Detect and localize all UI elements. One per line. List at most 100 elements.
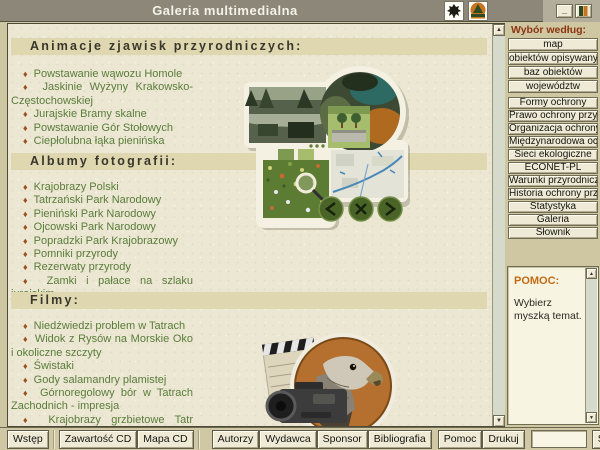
topic-link[interactable]: ♦ Gody salamandry plamistej <box>11 374 193 387</box>
collage-photo-map[interactable] <box>331 150 404 198</box>
topic-link[interactable]: ♦ Ojcowski Park Narodowy <box>11 221 193 234</box>
topic-link[interactable]: ♦ Jurajskie Bramy skalne <box>11 108 193 121</box>
sidebar-button-sieci-ekologiczne[interactable]: Sieci ekologiczne <box>508 149 598 161</box>
topic-link[interactable]: ♦ Popradzki Park Krajobrazowy <box>11 235 193 248</box>
exit-button[interactable] <box>575 4 592 18</box>
sidebar-button-statystyka[interactable]: Statystyka <box>508 201 598 213</box>
toolbar-group: Wstęp <box>7 430 49 449</box>
gallery-close-button[interactable] <box>349 197 373 221</box>
sidebar-label: Wybór według: <box>511 24 586 36</box>
topic-link-label: Krajobrazy grzbietowe Tatr Zachodnich <box>11 414 193 427</box>
topic-link[interactable]: ♦ Widok z Rysów na Morskie Oko i okolicz… <box>11 333 193 360</box>
gallery-prev-button[interactable] <box>319 197 343 221</box>
topic-link[interactable]: ♦ Świstaki <box>11 360 193 373</box>
diamond-bullet-icon: ♦ <box>23 236 28 246</box>
sidebar-button-econet-pl[interactable]: ECONET-PL <box>508 162 598 174</box>
topic-link-label: Popradzki Park Krajobrazowy <box>34 235 178 247</box>
diamond-bullet-icon: ♦ <box>23 321 28 331</box>
help-scroll-up-button[interactable]: ▲ <box>586 268 597 279</box>
topic-link[interactable]: ♦ Ciepłolubna łąka pienińska <box>11 135 193 148</box>
topic-link-label: Widok z Rysów na Morskie Oko i okoliczne… <box>11 333 193 358</box>
diamond-bullet-icon: ♦ <box>23 69 28 79</box>
toolbar-button-drukuj[interactable]: Drukuj <box>482 430 524 449</box>
topic-link-label: Tatrzański Park Narodowy <box>33 194 161 206</box>
topic-link-label: Rezerwaty przyrody <box>34 261 131 273</box>
topic-link-label: Powstawanie wąwozu Homole <box>34 68 183 80</box>
minimize-button[interactable]: _ <box>556 4 573 18</box>
topic-link[interactable]: ♦ Powstawanie Gór Stołowych <box>11 122 193 135</box>
nature-photo-collage[interactable] <box>232 52 413 233</box>
diamond-bullet-icon: ♦ <box>23 109 28 119</box>
topic-link-label: Pieniński Park Narodowy <box>34 208 156 220</box>
sidebar-button-formy-ochrony[interactable]: Formy ochrony <box>508 97 598 109</box>
diamond-bullet-icon: ♦ <box>23 249 28 259</box>
diamond-bullet-icon: ♦ <box>23 195 28 205</box>
section-heading: Filmy: <box>11 292 487 309</box>
collage-photo-garden[interactable] <box>328 106 370 148</box>
topic-link-label: Ciepłolubna łąka pienińska <box>34 135 165 147</box>
topic-link-label: Gody salamandry plamistej <box>34 374 167 386</box>
toolbar-button-wst-p[interactable]: Wstęp <box>7 430 49 449</box>
sidebar-button-map[interactable]: map <box>508 38 598 51</box>
toolbar-group: PomocDrukuj <box>438 430 525 449</box>
topic-link[interactable]: ♦ Rezerwaty przyrody <box>11 261 193 274</box>
collage-tile-green-dark[interactable] <box>278 149 294 161</box>
sidebar-button-baz-obiekt-w[interactable]: baz obiektów <box>508 66 598 79</box>
diamond-bullet-icon: ♦ <box>23 222 28 232</box>
oak-leaf-logo-icon <box>444 1 464 21</box>
topic-link[interactable]: ♦ Górnoregolowy bór w Tatrach Zachodnich… <box>11 387 193 414</box>
diamond-bullet-icon: ♦ <box>23 334 28 344</box>
scroll-up-button[interactable]: ▲ <box>493 24 505 36</box>
toolbar-separator <box>198 430 200 449</box>
scroll-down-button[interactable]: ▼ <box>493 415 505 427</box>
topic-link-label: Jaskinie Wyżyny Krakowsko-Częstochowskie… <box>11 81 193 106</box>
toolbar-button-sponsor[interactable]: Sponsor <box>317 430 368 449</box>
sidebar-button-galeria[interactable]: Galeria <box>508 214 598 226</box>
topic-list: ♦ Niedźwiedzi problem w Tatrach♦ Widok z… <box>11 320 193 427</box>
help-title: POMOC: <box>514 275 559 287</box>
diamond-bullet-icon: ♦ <box>23 82 32 92</box>
topic-link-label: Niedźwiedzi problem w Tatrach <box>34 320 185 332</box>
toolbar-button-mapa-cd[interactable]: Mapa CD <box>137 430 193 449</box>
topic-link-label: Krajobrazy Polski <box>34 181 119 193</box>
sidebar-button-historia-ochrony-przyr[interactable]: Historia ochrony przyr. <box>508 188 598 200</box>
topic-link[interactable]: ♦ Krajobrazy grzbietowe Tatr Zachodnich <box>11 414 193 427</box>
sidebar-button-obiekt-w-opisywanych[interactable]: obiektów opisywanych <box>508 52 598 65</box>
topic-link[interactable]: ♦ Powstawanie wąwozu Homole <box>11 68 193 81</box>
topic-link[interactable]: ♦ Niedźwiedzi problem w Tatrach <box>11 320 193 333</box>
sidebar-button-mi-dzynarodowa-ochr[interactable]: Międzynarodowa ochr. <box>508 136 598 148</box>
toolbar-button-wydawca[interactable]: Wydawca <box>259 430 316 449</box>
topic-link[interactable]: ♦ Krajobrazy Polski <box>11 181 193 194</box>
sidebar-button-s-ownik[interactable]: Słownik <box>508 227 598 239</box>
sidebar-button-wojew-dztw[interactable]: województw <box>508 80 598 93</box>
toolbar-button-zawarto-cd[interactable]: Zawartość CD <box>59 430 138 449</box>
gallery-next-button[interactable] <box>378 197 402 221</box>
toolbar-button-autorzy[interactable]: Autorzy <box>212 430 260 449</box>
collage-photo-forest[interactable] <box>245 87 326 148</box>
park-logo-icon <box>468 1 488 21</box>
films-eagle-image[interactable] <box>255 330 406 427</box>
diamond-bullet-icon: ♦ <box>23 123 28 133</box>
app-title: Galeria multimedialna <box>0 3 450 18</box>
help-text: Wybierz myszką temat. <box>514 297 582 323</box>
topic-link[interactable]: ♦ Tatrzański Park Narodowy <box>11 194 193 207</box>
topic-list: ♦ Powstawanie wąwozu Homole♦ Jaskinie Wy… <box>11 68 193 148</box>
sidebar: Wybór według: mapobiektów opisywanychbaz… <box>506 22 600 427</box>
help-scroll-down-button[interactable]: ▼ <box>586 412 597 423</box>
topic-link[interactable]: ♦ Pieniński Park Narodowy <box>11 208 193 221</box>
sidebar-button-organizacja-ochrony[interactable]: Organizacja ochrony <box>508 123 598 135</box>
toolbar-button-bibliografia[interactable]: Bibliografia <box>368 430 432 449</box>
diamond-bullet-icon: ♦ <box>23 375 28 385</box>
topic-link[interactable]: ♦ Jaskinie Wyżyny Krakowsko-Częstochowsk… <box>11 81 193 108</box>
topic-link[interactable]: ♦ Pomniki przyrody <box>11 248 193 261</box>
toolbar-button-pomoc[interactable]: Pomoc <box>438 430 483 449</box>
help-scrollbar[interactable]: ▲ ▼ <box>585 268 597 423</box>
diamond-bullet-icon: ♦ <box>23 415 35 425</box>
search-button[interactable]: Szukaj <box>592 430 600 449</box>
content-scrollbar[interactable]: ▲ ▼ <box>492 24 505 427</box>
sidebar-button-warunki-przyrodnicze[interactable]: Warunki przyrodnicze <box>508 175 598 187</box>
bottom-toolbar: Wstęp Zawartość CDMapa CD AutorzyWydawcaSp… <box>0 427 600 450</box>
collage-tile-green-light[interactable] <box>298 149 314 161</box>
sidebar-button-prawo-ochrony-przyr[interactable]: Prawo ochrony przyr. <box>508 110 598 122</box>
search-input[interactable] <box>531 430 587 448</box>
